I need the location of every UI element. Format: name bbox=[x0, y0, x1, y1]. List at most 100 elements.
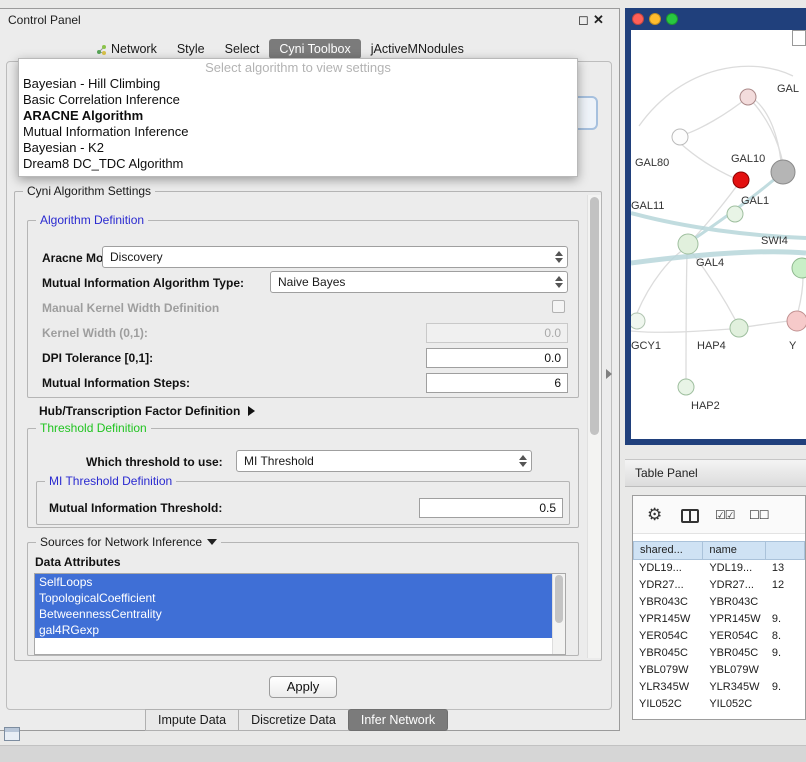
dropdown-item[interactable]: Basic Correlation Inference bbox=[19, 92, 577, 108]
table-row[interactable]: YDL19... YDL19... 13 bbox=[633, 560, 805, 577]
dropdown-item[interactable]: Mutual Information Inference bbox=[19, 124, 577, 140]
list-scrollbar[interactable] bbox=[552, 574, 565, 654]
table-row[interactable]: YER054C YER054C 8. bbox=[633, 628, 805, 645]
manual-kernel-label: Manual Kernel Width Definition bbox=[42, 301, 219, 315]
collapse-down-icon[interactable] bbox=[207, 539, 217, 545]
table-row[interactable]: YIL052C YIL052C bbox=[633, 696, 805, 713]
settings-group-title: Cyni Algorithm Settings bbox=[23, 184, 155, 198]
network-node-labels: GAL GAL80 GAL10 GAL1 GAL11 SWI4 GAL4 GCY… bbox=[631, 83, 799, 412]
tab-discretize-data[interactable]: Discretize Data bbox=[238, 709, 349, 731]
mi-threshold-group-title: MI Threshold Definition bbox=[45, 474, 176, 488]
data-attributes-list[interactable]: SelfLoops TopologicalCoefficient Between… bbox=[34, 573, 566, 655]
tab-style[interactable]: Style bbox=[167, 39, 215, 59]
gear-icon[interactable]: ⚙ bbox=[647, 505, 662, 525]
column-header-shared[interactable]: shared... bbox=[633, 541, 703, 560]
table-row[interactable]: YBR045C YBR045C 9. bbox=[633, 645, 805, 662]
node-red-gal10[interactable] bbox=[733, 172, 749, 188]
cell: YPR145W bbox=[703, 611, 766, 628]
expand-right-icon[interactable] bbox=[248, 406, 255, 416]
network-edges-thick bbox=[631, 172, 806, 263]
table-row[interactable]: YLR345W YLR345W 9. bbox=[633, 679, 805, 696]
tab-infer-network[interactable]: Infer Network bbox=[348, 709, 448, 731]
apply-button[interactable]: Apply bbox=[269, 676, 337, 698]
mi-type-combo[interactable]: Naive Bayes bbox=[270, 271, 568, 293]
cell bbox=[766, 662, 805, 679]
table-row[interactable]: YBR043C YBR043C bbox=[633, 594, 805, 611]
table-row[interactable]: YBL079W YBL079W bbox=[633, 662, 805, 679]
node-hap4[interactable] bbox=[730, 319, 748, 337]
minimize-traffic-light[interactable] bbox=[649, 13, 661, 25]
tab-cyni-toolbox[interactable]: Cyni Toolbox bbox=[269, 39, 360, 59]
cell: YDL19... bbox=[703, 560, 766, 577]
dpi-tolerance-label: DPI Tolerance [0,1]: bbox=[42, 351, 153, 365]
kernel-width-label: Kernel Width (0,1): bbox=[42, 326, 148, 340]
dropdown-placeholder: Select algorithm to view settings bbox=[19, 59, 577, 76]
node-hap2[interactable] bbox=[678, 379, 694, 395]
hub-transcription-factor-section[interactable]: Hub/Transcription Factor Definition bbox=[39, 404, 255, 418]
tab-network[interactable]: Network bbox=[86, 39, 167, 59]
tab-jactivemnodules[interactable]: jActiveMNodules bbox=[361, 39, 474, 59]
manual-kernel-checkbox[interactable] bbox=[552, 300, 565, 313]
mi-threshold-field[interactable]: 0.5 bbox=[419, 498, 563, 518]
table-window: ⚙ ☑☑ ☐☐ shared... name YDL19... YDL19...… bbox=[632, 495, 806, 720]
hub-section-label: Hub/Transcription Factor Definition bbox=[39, 404, 240, 418]
list-scrollbar-thumb[interactable] bbox=[555, 575, 563, 623]
threshold-definition-title: Threshold Definition bbox=[36, 421, 151, 435]
columns-icon[interactable] bbox=[681, 509, 699, 523]
dropdown-item-selected[interactable]: ARACNE Algorithm bbox=[19, 108, 577, 124]
algorithm-dropdown-list: Select algorithm to view settings Bayesi… bbox=[18, 58, 578, 177]
combo-updown-icon bbox=[519, 455, 527, 467]
close-icon[interactable]: ✕ bbox=[593, 12, 604, 27]
kernel-width-field[interactable]: 0.0 bbox=[426, 323, 568, 343]
dropdown-item[interactable]: Dream8 DC_TDC Algorithm bbox=[19, 156, 577, 172]
select-all-checks-icon[interactable]: ☑☑ bbox=[715, 508, 735, 522]
node-gal80[interactable] bbox=[672, 129, 688, 145]
dropdown-item[interactable]: Bayesian - Hill Climbing bbox=[19, 76, 577, 92]
node-green-right[interactable] bbox=[792, 258, 806, 278]
tab-impute-data[interactable]: Impute Data bbox=[145, 709, 239, 731]
node-label: HAP4 bbox=[697, 340, 726, 352]
node-label: GAL bbox=[777, 83, 799, 95]
restore-icon[interactable]: ◻ bbox=[578, 12, 589, 27]
settings-scrollbar-thumb[interactable] bbox=[590, 197, 599, 435]
cell: YDL19... bbox=[633, 560, 703, 577]
column-header-name[interactable]: name bbox=[703, 541, 766, 560]
list-item[interactable]: gal4RGexp bbox=[35, 622, 552, 638]
dpi-tolerance-field[interactable]: 0.0 bbox=[426, 348, 568, 368]
deselect-all-checks-icon[interactable]: ☐☐ bbox=[749, 508, 769, 522]
settings-scrollbar[interactable] bbox=[587, 195, 601, 658]
cell: 9. bbox=[766, 645, 805, 662]
network-view-window: GAL GAL80 GAL10 GAL1 GAL11 SWI4 GAL4 GCY… bbox=[625, 8, 806, 445]
node-label: GCY1 bbox=[631, 340, 661, 352]
column-header-cut[interactable] bbox=[766, 541, 805, 560]
table-row[interactable]: YPR145W YPR145W 9. bbox=[633, 611, 805, 628]
panel-splitter-arrow-icon[interactable] bbox=[606, 369, 612, 379]
cell: 9. bbox=[766, 611, 805, 628]
node-gray[interactable] bbox=[771, 160, 795, 184]
node-gal1[interactable] bbox=[727, 206, 743, 222]
list-item[interactable]: SelfLoops bbox=[35, 574, 552, 590]
minimized-window-icon[interactable] bbox=[4, 727, 20, 741]
tab-select[interactable]: Select bbox=[215, 39, 270, 59]
cell: YBR043C bbox=[633, 594, 703, 611]
dropdown-item[interactable]: Bayesian - K2 bbox=[19, 140, 577, 156]
table-row[interactable]: YDR27... YDR27... 12 bbox=[633, 577, 805, 594]
node-pink[interactable] bbox=[740, 89, 756, 105]
list-item[interactable]: TopologicalCoefficient bbox=[35, 590, 552, 606]
node-gal4[interactable] bbox=[678, 234, 698, 254]
zoom-traffic-light[interactable] bbox=[666, 13, 678, 25]
network-canvas-corner-box bbox=[792, 30, 806, 46]
cell: YBR043C bbox=[703, 594, 766, 611]
close-traffic-light[interactable] bbox=[632, 13, 644, 25]
sources-group-title[interactable]: Sources for Network Inference bbox=[36, 535, 221, 549]
which-threshold-combo[interactable]: MI Threshold bbox=[236, 450, 532, 472]
node-gcy1[interactable] bbox=[631, 313, 645, 329]
control-panel-titlebar: Control Panel ◻ ✕ bbox=[0, 9, 619, 31]
combo-updown-icon bbox=[555, 251, 563, 263]
cell: YER054C bbox=[633, 628, 703, 645]
list-item[interactable]: BetweennessCentrality bbox=[35, 606, 552, 622]
mi-steps-field[interactable]: 6 bbox=[426, 373, 568, 393]
aracne-mode-combo[interactable]: Discovery bbox=[102, 246, 568, 268]
network-canvas[interactable]: GAL GAL80 GAL10 GAL1 GAL11 SWI4 GAL4 GCY… bbox=[631, 30, 806, 439]
node-pink-right[interactable] bbox=[787, 311, 806, 331]
